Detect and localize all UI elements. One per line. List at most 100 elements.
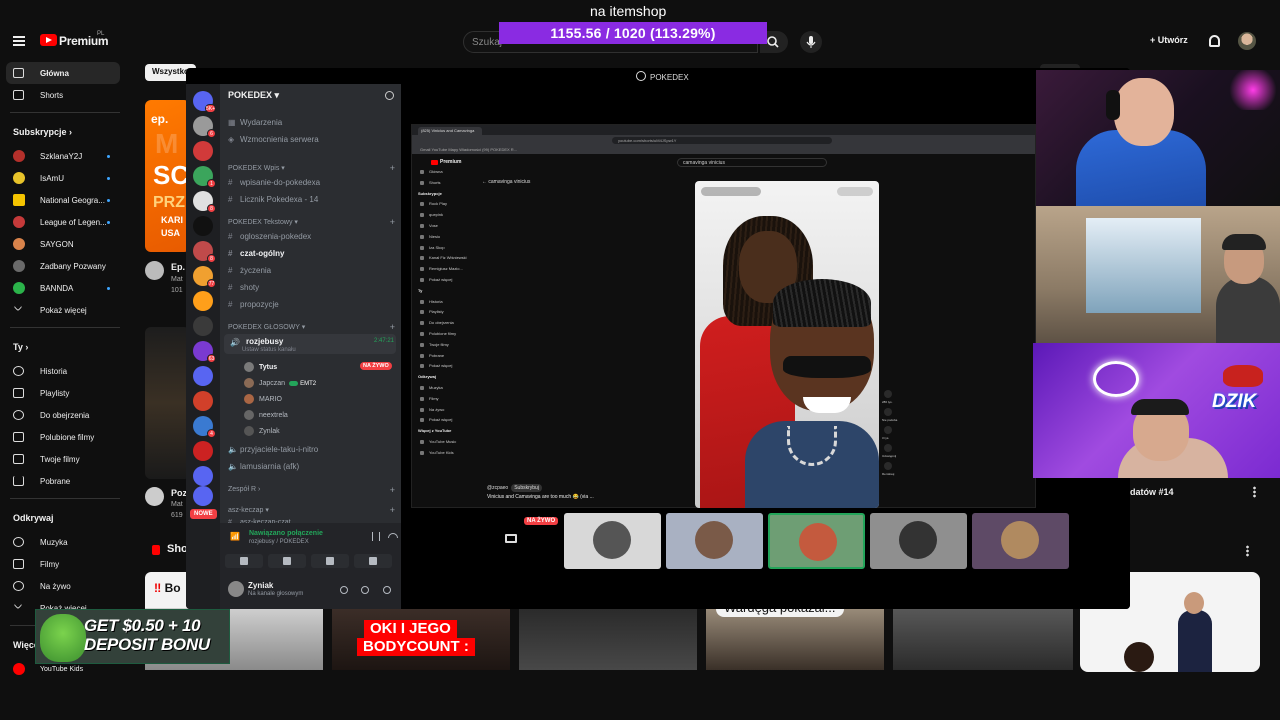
nested-sidebar-item[interactable]: quepink [418,212,478,223]
nested-sidebar-item[interactable]: Pokaż więcej [418,363,478,374]
nested-sidebar-item[interactable]: Twoje filmy [418,342,478,353]
nested-sidebar-item[interactable]: Niesio [418,234,478,245]
sidebar-item-shorts[interactable]: Shorts [0,84,130,106]
disconnect-icon[interactable] [388,533,398,538]
sidebar-item-subscription[interactable]: BANNDA [0,277,130,299]
server-icon[interactable] [193,316,213,336]
nested-sidebar-item[interactable]: Remigiusz Mazio... [418,266,478,277]
nested-sidebar-item[interactable]: Rock Play [418,201,478,212]
channel-avatar[interactable] [145,261,164,280]
short-channel-name[interactable]: @zcpaeo [487,485,508,491]
short-action-button[interactable] [884,444,892,452]
nested-sidebar-item[interactable]: Iza Skop [418,245,478,256]
sidebar-item-music[interactable]: Muzyka [0,531,130,553]
nested-sidebar-item[interactable]: Na żywo [418,407,478,418]
participant-tile[interactable] [972,513,1069,569]
video-title[interactable]: datów #14 [1130,487,1174,497]
voice-channel[interactable]: 🔈 przyjaciele-taku-i-nitro [228,445,318,454]
add-channel-icon[interactable]: + [390,163,395,173]
voice-search-button[interactable] [800,31,822,53]
server-icon[interactable] [193,391,213,411]
server-icon[interactable]: 8 [193,241,216,263]
channel-item[interactable]: # Licznik Pokedexa - 14 [228,195,318,204]
nested-sidebar-item[interactable]: Vose [418,223,478,234]
add-channel-icon[interactable]: + [390,217,395,227]
play-volume-controls[interactable] [701,187,761,196]
sidebar-item-subscription[interactable]: League of Legen... [0,211,130,233]
video-thumbnail[interactable]: ep. M SC PRZ KARI USA [145,100,190,252]
voice-channel[interactable]: 🔈 lamusiarnia (afk) [228,462,299,471]
video-channel[interactable]: Mat [171,276,183,283]
browser-url[interactable]: youtube.com/shorts/uM4JSpw1Y [612,137,832,144]
sidebar-item-live[interactable]: Na żywo [0,575,130,597]
voice-user[interactable]: Zynlak [244,426,280,436]
noise-suppression-icon[interactable] [372,532,380,541]
voice-user[interactable]: Japczan EMT2 [244,378,316,388]
server-icon[interactable] [193,441,213,461]
add-channel-icon[interactable]: + [390,322,395,332]
add-channel-icon[interactable]: + [390,485,395,495]
my-username[interactable]: Zyniak [248,581,273,590]
you-header[interactable]: Ty › [0,334,130,360]
category-header[interactable]: POKEDEX Tekstowy ▾ [228,218,298,226]
activities-button[interactable] [311,554,349,568]
sidebar-item-subscription[interactable]: SAYGON [0,233,130,255]
channel-item[interactable]: # wpisanie-do-pokedexa [228,178,320,187]
invite-people-icon[interactable] [385,91,394,100]
sidebar-item-subscription[interactable]: SzklanaY2J [0,145,130,167]
nested-sidebar-item[interactable]: Odkrywaj [418,374,478,385]
back-to-search[interactable]: ← camavinga vinicius [482,179,530,185]
account-avatar[interactable] [1238,32,1256,50]
participant-tile[interactable] [768,513,865,569]
server-icon[interactable]: 77 [193,266,216,288]
sidebar-item-history[interactable]: Historia [0,360,130,382]
short-thumbnail[interactable] [706,608,884,670]
sidebar-item-subscription[interactable]: Zadbany Pozwany [0,255,130,277]
short-action-button[interactable] [884,426,892,434]
video-title[interactable]: Poz [171,488,187,498]
sidebar-item-subscription[interactable]: National Geogra... [0,189,130,211]
player-options[interactable] [837,187,873,196]
nested-sidebar-item[interactable]: Główna [418,169,478,180]
show-more-subscriptions[interactable]: Pokaż więcej [0,299,130,321]
channel-item[interactable]: # życzenia [228,266,271,275]
bookmarks-bar[interactable]: Gmail YouTube Mapy Wiadomości (99) POKED… [412,146,1035,154]
my-avatar[interactable] [228,581,244,597]
screen-share-button[interactable] [268,554,306,568]
nested-sidebar-item[interactable]: YouTube Music [418,439,478,450]
microphone-icon[interactable] [340,586,348,594]
channel-item-active[interactable]: # czat-ogólny [228,249,284,258]
sidebar-item-watch-later[interactable]: Do obejrzenia [0,404,130,426]
server-icon[interactable]: 1 [193,166,216,188]
category-header[interactable]: Zespół R › [228,486,260,493]
server-icon[interactable] [193,486,213,506]
channel-item[interactable]: # ogloszenia-pokedex [228,232,311,241]
new-messages-badge[interactable]: NOWE [190,509,217,519]
server-icon[interactable]: 4 [193,416,216,438]
settings-gear-icon[interactable] [383,586,391,594]
nested-sidebar-item[interactable]: Playlisty [418,309,478,320]
server-icon[interactable]: 6 [193,116,216,138]
participant-tile[interactable] [564,513,661,569]
short-action-button[interactable] [884,408,892,416]
category-header[interactable]: POKEDEX Wpis ▾ [228,164,285,172]
server-icon[interactable]: 8 [193,191,216,213]
nested-sidebar-item[interactable]: Historia [418,299,478,310]
subscriptions-header[interactable]: Subskrypcje › [0,119,130,145]
server-name[interactable]: POKEDEX ▾ [228,90,279,101]
nested-sidebar-item[interactable]: YouTube Kids [418,450,478,461]
video-channel[interactable]: Mat [171,501,183,508]
nested-search-input[interactable]: camavinga vinicius [677,158,827,167]
channel-item[interactable]: # shoty [228,283,259,292]
nested-sidebar-item[interactable]: Ty [418,288,478,299]
channel-avatar[interactable] [145,487,164,506]
create-button[interactable]: + Utwórz [1150,35,1188,45]
nested-sidebar-item[interactable]: Więcej z YouTube [418,428,478,439]
nested-sidebar-item[interactable]: Pokaż więcej [418,277,478,288]
voice-user[interactable]: Tytus [244,362,277,372]
short-video-player[interactable] [695,181,879,508]
sidebar-item-playlists[interactable]: Playlisty [0,382,130,404]
nested-sidebar-item[interactable]: Polubione filmy [418,331,478,342]
sidebar-item-liked[interactable]: Polubione filmy [0,426,130,448]
video-title[interactable]: Ep. [171,262,185,272]
